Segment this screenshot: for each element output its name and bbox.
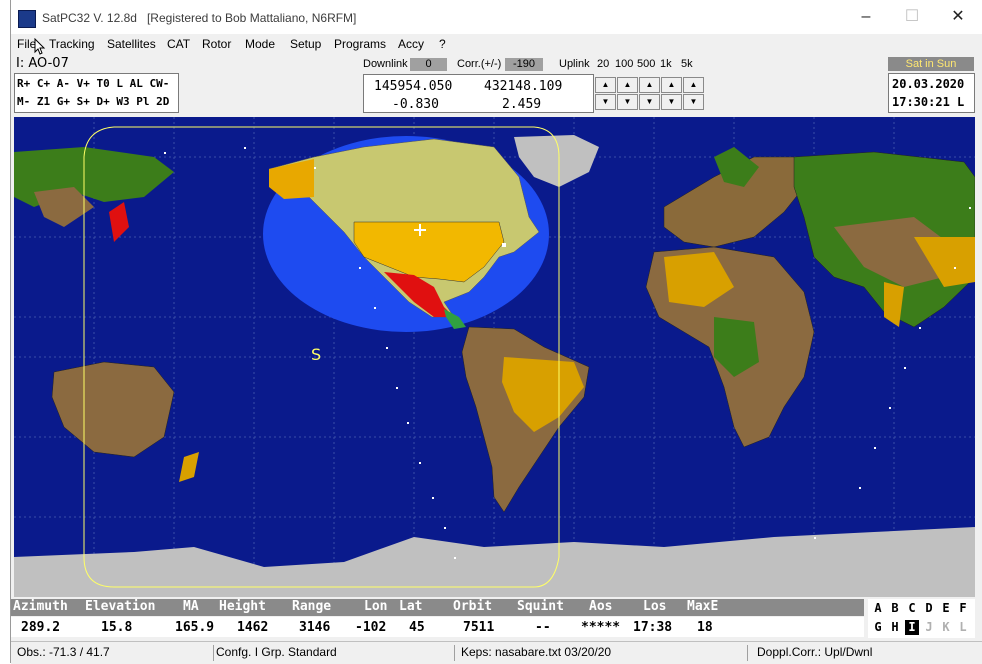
col-range: Range <box>292 599 332 614</box>
sat-slot-f[interactable]: F <box>956 601 970 616</box>
step-1k[interactable]: 1k <box>660 58 672 70</box>
step-up-arrow-5[interactable]: ▲ <box>683 77 704 93</box>
menu-programs[interactable]: Programs <box>334 37 386 51</box>
col-elevation: Elevation <box>85 599 156 614</box>
sat-slot-a[interactable]: A <box>871 601 885 616</box>
val-los: 17:38 <box>633 620 673 635</box>
satellite-app-icon <box>18 10 36 28</box>
date-time-box: 20.03.2020 17:30:21 L <box>888 73 975 113</box>
step-down-arrow-4[interactable]: ▼ <box>661 94 682 110</box>
world-map-graphic <box>14 117 975 597</box>
config-group: Confg. I Grp. Standard <box>216 645 455 661</box>
data-table-row: 289.2 15.8 165.9 1462 3146 -102 45 7511 … <box>11 617 864 637</box>
mouse-cursor-icon <box>34 38 46 55</box>
sat-slot-j[interactable]: J <box>922 620 936 635</box>
sat-slot-h[interactable]: H <box>888 620 902 635</box>
val-range: 3146 <box>299 620 331 635</box>
keys-row-2: M- Z1 G+ S+ D+ W3 Pl 2D <box>17 95 170 108</box>
menu-help[interactable]: ? <box>439 37 446 51</box>
step-up-arrow-2[interactable]: ▲ <box>617 77 638 93</box>
menu-setup[interactable]: Setup <box>290 37 321 51</box>
col-los: Los <box>643 599 667 614</box>
frequency-display: 145954.050 432148.109 -0.830 2.459 <box>363 74 594 113</box>
sat-slot-i-active[interactable]: I <box>905 620 919 635</box>
menu-satellites[interactable]: Satellites <box>107 37 156 51</box>
close-button[interactable]: ✕ <box>935 0 981 34</box>
col-squint: Squint <box>517 599 564 614</box>
sun-marker: S <box>311 345 322 364</box>
step-up-arrow-3[interactable]: ▲ <box>639 77 660 93</box>
sat-slot-e[interactable]: E <box>939 601 953 616</box>
val-lat: 45 <box>409 620 425 635</box>
menu-bar: File Tracking Satellites CAT Rotor Mode … <box>11 34 982 54</box>
sat-slot-k[interactable]: K <box>939 620 953 635</box>
window-title: SatPC32 V. 12.8d [Registered to Bob Matt… <box>42 11 357 25</box>
data-table-header: Azimuth Elevation MA Height Range Lon La… <box>11 599 864 616</box>
downlink-doppler: -0.830 <box>392 97 439 112</box>
menu-accy[interactable]: Accy <box>398 37 424 51</box>
minimize-button[interactable]: – <box>843 0 889 34</box>
step-5k[interactable]: 5k <box>681 58 693 70</box>
col-height: Height <box>219 599 266 614</box>
col-aos: Aos <box>589 599 613 614</box>
val-ma: 165.9 <box>175 620 215 635</box>
menu-tracking[interactable]: Tracking <box>49 37 95 51</box>
uplink-doppler: 2.459 <box>502 97 542 112</box>
menu-cat[interactable]: CAT <box>167 37 190 51</box>
sat-slot-g[interactable]: G <box>871 620 885 635</box>
val-squint: -- <box>535 620 551 635</box>
col-ma: MA <box>183 599 199 614</box>
date-value: 20.03.2020 <box>892 77 965 91</box>
maximize-button[interactable]: ☐ <box>889 0 935 34</box>
function-keys-box[interactable]: R+ C+ A- V+ T0 L AL CW- M- Z1 G+ S+ D+ W… <box>14 73 179 113</box>
menu-rotor[interactable]: Rotor <box>202 37 231 51</box>
step-500[interactable]: 500 <box>637 58 655 70</box>
step-down-arrow-2[interactable]: ▼ <box>617 94 638 110</box>
downlink-frequency: 145954.050 <box>374 79 453 94</box>
sat-in-sun-badge: Sat in Sun <box>888 57 974 71</box>
satellite-name[interactable]: I: AO-07 <box>16 56 69 71</box>
menu-mode[interactable]: Mode <box>245 37 275 51</box>
col-lat: Lat <box>399 599 423 614</box>
col-orbit: Orbit <box>453 599 493 614</box>
val-azimuth: 289.2 <box>21 620 61 635</box>
col-maxe: MaxE <box>687 599 719 614</box>
step-down-arrow-3[interactable]: ▼ <box>639 94 660 110</box>
correction-value[interactable]: -190 <box>505 58 543 71</box>
satpc32-window: SatPC32 V. 12.8d [Registered to Bob Matt… <box>10 0 982 664</box>
sat-slot-l[interactable]: L <box>956 620 970 635</box>
col-azimuth: Azimuth <box>13 599 68 614</box>
col-lon: Lon <box>364 599 388 614</box>
keps-file: Keps: nasabare.txt 03/20/20 <box>461 645 748 661</box>
world-map[interactable]: S <box>14 117 975 597</box>
downlink-label: Downlink <box>363 58 408 70</box>
uplink-label: Uplink <box>559 58 590 70</box>
time-value: 17:30:21 L <box>892 95 965 109</box>
val-maxe: 18 <box>697 620 713 635</box>
val-aos: ***** <box>581 620 621 635</box>
sat-slot-d[interactable]: D <box>922 601 936 616</box>
step-down-arrow-5[interactable]: ▼ <box>683 94 704 110</box>
step-up-arrow-1[interactable]: ▲ <box>595 77 616 93</box>
uplink-frequency: 432148.109 <box>484 79 563 94</box>
background-window-strip <box>0 0 10 663</box>
val-orbit: 7511 <box>463 620 495 635</box>
step-up-arrow-4[interactable]: ▲ <box>661 77 682 93</box>
status-bar: Obs.: -71.3 / 41.7 Confg. I Grp. Standar… <box>11 641 982 664</box>
observer-location: Obs.: -71.3 / 41.7 <box>17 645 214 661</box>
step-20[interactable]: 20 <box>597 58 609 70</box>
correction-label: Corr.(+/-) <box>457 58 502 70</box>
keys-row-1: R+ C+ A- V+ T0 L AL CW- <box>17 77 170 90</box>
doppler-correction: Doppl.Corr.: Upl/Dwnl <box>757 645 873 659</box>
val-elevation: 15.8 <box>101 620 133 635</box>
satellite-selector: A B C D E F G H I J K L <box>868 599 975 638</box>
val-lon: -102 <box>355 620 387 635</box>
downlink-offset-value[interactable]: 0 <box>410 58 447 71</box>
sat-slot-c[interactable]: C <box>905 601 919 616</box>
sat-slot-b[interactable]: B <box>888 601 902 616</box>
step-100[interactable]: 100 <box>615 58 633 70</box>
title-bar: SatPC32 V. 12.8d [Registered to Bob Matt… <box>11 0 982 34</box>
val-height: 1462 <box>237 620 269 635</box>
step-down-arrow-1[interactable]: ▼ <box>595 94 616 110</box>
